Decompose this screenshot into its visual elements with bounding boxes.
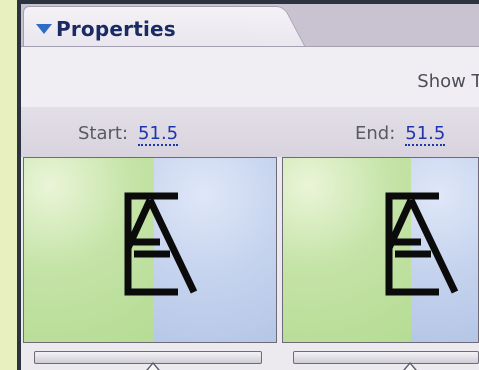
panel-title: Properties (56, 17, 176, 41)
end-preview[interactable] (282, 157, 479, 343)
show-tips-toggle[interactable]: Show Ti (417, 71, 479, 92)
start-value[interactable]: 51.5 (138, 124, 179, 146)
tab-properties[interactable]: Properties (23, 6, 263, 46)
keyframe-values-row: Start: 51.5 End: 51.5 (21, 107, 479, 157)
end-value[interactable]: 51.5 (405, 124, 446, 146)
end-scrubber-track[interactable] (293, 351, 479, 364)
start-preview[interactable] (23, 157, 277, 343)
start-glyph-icon (124, 192, 198, 296)
end-glyph-icon (385, 192, 459, 296)
tab-bar: Properties (21, 4, 479, 46)
start-value-group: Start: 51.5 (78, 123, 179, 146)
end-label: End: (355, 123, 396, 144)
start-label: Start: (78, 123, 129, 144)
start-scrubber-handle[interactable] (143, 364, 163, 370)
end-scrubber-handle[interactable] (400, 364, 420, 370)
triangle-down-icon[interactable] (36, 24, 52, 34)
end-value-group: End: 51.5 (355, 123, 446, 146)
toolbar: Show Ti (21, 47, 479, 107)
properties-panel: Properties Show Ti Start: 51.5 End: 51.5 (21, 0, 479, 370)
